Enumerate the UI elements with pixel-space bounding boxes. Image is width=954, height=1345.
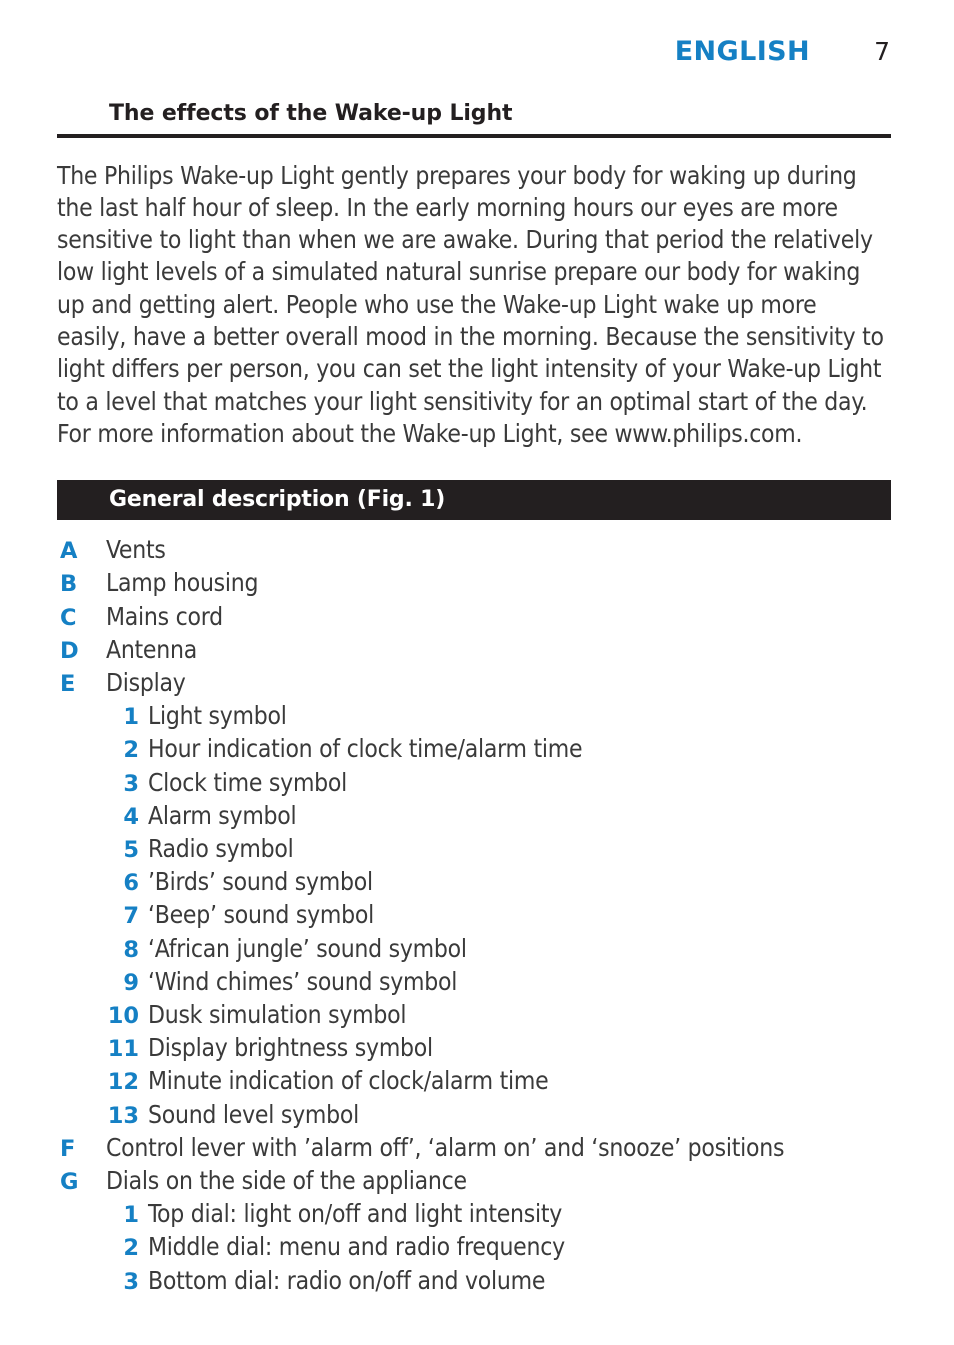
list-item: 1 Light symbol — [57, 700, 891, 733]
list-item-marker: 1 — [123, 1202, 139, 1229]
list-item-marker: G — [60, 1169, 79, 1196]
list-item-label: Display brightness symbol — [148, 1033, 433, 1063]
manual-page: ENGLISH 7 The effects of the Wake-up Lig… — [0, 0, 954, 1345]
list-item: C Mains cord — [57, 601, 891, 634]
list-item: 9 ‘Wind chimes’ sound symbol — [57, 966, 891, 999]
list-item-label: Sound level symbol — [148, 1099, 359, 1129]
list-item-marker: 12 — [107, 1069, 139, 1096]
list-item-label: Minute indication of clock/alarm time — [148, 1066, 549, 1096]
list-item: 3 Clock time symbol — [57, 767, 891, 800]
list-item-marker: 11 — [107, 1036, 139, 1063]
list-item-label: ‘Beep’ sound symbol — [148, 900, 375, 930]
list-item-marker: 4 — [123, 803, 139, 830]
list-item-marker: 2 — [123, 737, 139, 764]
header-language-label: ENGLISH — [674, 36, 810, 67]
list-item-marker: 5 — [123, 837, 139, 863]
list-item: A Vents — [57, 534, 891, 567]
list-item-label: Display — [106, 667, 186, 697]
list-item-label: Vents — [106, 535, 166, 565]
list-item-marker: 7 — [123, 903, 139, 930]
list-item-label: Antenna — [106, 634, 197, 664]
list-item-label: Alarm symbol — [148, 800, 297, 830]
list-item-label: ‘African jungle’ sound symbol — [148, 933, 467, 963]
list-item: 2 Middle dial: menu and radio frequency — [57, 1231, 891, 1264]
list-item-label: Hour indication of clock time/alarm time — [148, 734, 583, 764]
list-item-marker: C — [60, 604, 77, 631]
general-description-list: A Vents B Lamp housing C Mains cord D Antenna E D… — [57, 520, 891, 1298]
paragraph: For more information about the Wake-up L… — [57, 418, 803, 448]
list-item-marker: A — [60, 538, 78, 565]
section-banner-general-description: General description (Fig. 1) — [57, 480, 891, 521]
list-item: D Antenna — [57, 634, 891, 667]
list-item-marker: E — [60, 670, 76, 697]
list-item: G Dials on the side of the appliance — [57, 1165, 891, 1198]
page-content: The effects of the Wake-up Light The Phi… — [57, 100, 891, 1298]
list-item-label: Control lever with ’alarm off’, ‘alarm o… — [106, 1132, 785, 1162]
list-item-marker: F — [60, 1135, 76, 1162]
list-item-marker: 1 — [123, 704, 139, 731]
list-item: 12 Minute indication of clock/alarm time — [57, 1065, 891, 1098]
list-item: 13 Sound level symbol — [57, 1099, 891, 1132]
list-item: 2 Hour indication of clock time/alarm tim… — [57, 733, 891, 766]
section-heading-effects: The effects of the Wake-up Light — [57, 100, 891, 138]
list-item-label: Bottom dial: radio on/off and volume — [148, 1265, 546, 1295]
list-item: 4 Alarm symbol — [57, 800, 891, 833]
body-copy-effects: The Philips Wake-up Light gently prepare… — [57, 138, 891, 451]
list-item-label: Light symbol — [148, 701, 287, 731]
list-item-label: Dials on the side of the appliance — [106, 1166, 467, 1196]
list-item: 5 Radio symbol — [57, 833, 891, 866]
list-item-label: Middle dial: menu and radio frequency — [148, 1232, 565, 1262]
list-item: E Display — [57, 667, 891, 700]
list-item-label: Mains cord — [106, 601, 223, 631]
list-item: 8 ‘African jungle’ sound symbol — [57, 933, 891, 966]
list-item-marker: 6 — [123, 870, 139, 897]
section-banner-label: General description (Fig. 1) — [109, 487, 446, 513]
list-item-label: Lamp housing — [106, 568, 259, 598]
list-item: 6 ’Birds’ sound symbol — [57, 866, 891, 899]
list-item-marker: 2 — [123, 1235, 139, 1262]
list-item-marker: 3 — [123, 770, 139, 797]
list-item-label: ‘Wind chimes’ sound symbol — [148, 966, 458, 996]
list-item: 10 Dusk simulation symbol — [57, 999, 891, 1032]
list-item-marker: 9 — [123, 969, 139, 996]
paragraph: The Philips Wake-up Light gently prepare… — [57, 160, 884, 416]
list-item: 1 Top dial: light on/off and light intens… — [57, 1198, 891, 1231]
list-item-marker: 8 — [123, 936, 139, 963]
list-item-marker: B — [60, 571, 78, 598]
list-item-marker: 10 — [107, 1003, 139, 1030]
list-item-marker: D — [60, 637, 79, 664]
list-item-label: ’Birds’ sound symbol — [148, 867, 373, 897]
page-number: 7 — [874, 37, 890, 66]
list-item-marker: 13 — [107, 1102, 139, 1129]
list-item-label: Dusk simulation symbol — [148, 1000, 407, 1030]
list-item: 3 Bottom dial: radio on/off and volume — [57, 1265, 891, 1298]
list-item: F Control lever with ’alarm off’, ‘alarm … — [57, 1132, 891, 1165]
list-item-marker: 3 — [123, 1268, 139, 1295]
list-item-label: Clock time symbol — [148, 767, 348, 797]
list-item: 11 Display brightness symbol — [57, 1032, 891, 1065]
list-item: B Lamp housing — [57, 567, 891, 600]
list-item-label: Top dial: light on/off and light intensi… — [148, 1199, 563, 1229]
list-item-label: Radio symbol — [148, 834, 294, 863]
list-item: 7 ‘Beep’ sound symbol — [57, 899, 891, 932]
running-header: ENGLISH 7 — [57, 38, 890, 78]
